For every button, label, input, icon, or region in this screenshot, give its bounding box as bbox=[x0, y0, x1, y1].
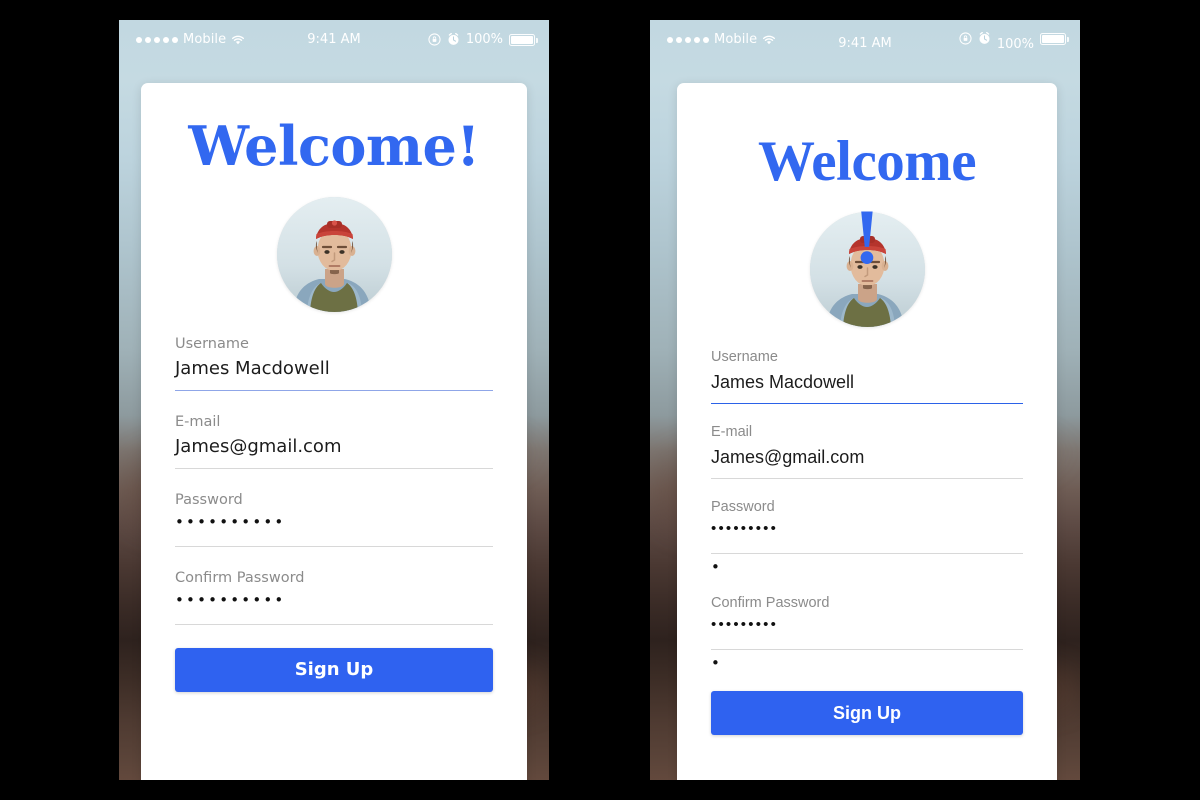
password-overflow-text: • bbox=[711, 558, 723, 576]
field-password: Password ••••••••• • bbox=[711, 499, 1023, 575]
field-username: Username James Macdowell bbox=[175, 336, 493, 391]
field-email: E-mail James@gmail.com bbox=[175, 414, 493, 469]
phone-screen-right: Mobile 9:41 AM 100% Welcome ! Username J… bbox=[650, 20, 1080, 780]
field-username: Username James Macdowell bbox=[711, 349, 1023, 404]
field-label-email: E-mail bbox=[175, 414, 221, 430]
avatar[interactable] bbox=[809, 212, 925, 327]
page-title: Welcome bbox=[757, 130, 977, 193]
field-password: Password •••••••••• bbox=[175, 492, 493, 547]
email-input[interactable]: James@gmail.com bbox=[711, 446, 1023, 479]
field-label-password: Password bbox=[175, 492, 243, 508]
field-confirm-password: Confirm Password ••••••••• • bbox=[711, 595, 1023, 671]
confirm-password-overflow-text: • bbox=[711, 654, 723, 672]
avatar[interactable] bbox=[276, 197, 392, 312]
field-label-username: Username bbox=[711, 349, 778, 365]
phone-screen-left: Mobile 9:41 AM 100% Welcome! Username Ja… bbox=[119, 20, 549, 780]
confirm-password-input[interactable]: ••••••••• bbox=[711, 617, 1023, 650]
signup-card: Welcome ! Username James Macdowell E-mai… bbox=[677, 83, 1057, 780]
username-input[interactable]: James Macdowell bbox=[175, 358, 493, 391]
field-label-email: E-mail bbox=[711, 424, 753, 440]
field-email: E-mail James@gmail.com bbox=[711, 424, 1023, 479]
password-input[interactable]: •••••••••• bbox=[175, 514, 493, 547]
confirm-password-input[interactable]: •••••••••• bbox=[175, 592, 493, 625]
signup-card: Welcome! Username James Macdowell E-mail… bbox=[141, 83, 527, 780]
signup-button[interactable]: Sign Up bbox=[175, 648, 493, 692]
field-label-confirm-password: Confirm Password bbox=[711, 595, 830, 611]
field-label-password: Password bbox=[711, 499, 775, 515]
field-label-username: Username bbox=[175, 336, 249, 352]
signup-form: Username James Macdowell E-mail James@gm… bbox=[141, 336, 527, 625]
signup-button[interactable]: Sign Up bbox=[711, 691, 1023, 735]
username-input[interactable]: James Macdowell bbox=[711, 371, 1023, 404]
field-confirm-password: Confirm Password •••••••••• bbox=[175, 570, 493, 625]
password-input[interactable]: ••••••••• bbox=[711, 521, 1023, 554]
page-title: Welcome! bbox=[188, 114, 480, 178]
field-label-confirm-password: Confirm Password bbox=[175, 570, 305, 586]
avatar-container: ! bbox=[677, 198, 1057, 327]
avatar-container bbox=[141, 197, 527, 312]
signup-form: Username James Macdowell E-mail James@gm… bbox=[677, 349, 1057, 671]
email-input[interactable]: James@gmail.com bbox=[175, 436, 493, 469]
